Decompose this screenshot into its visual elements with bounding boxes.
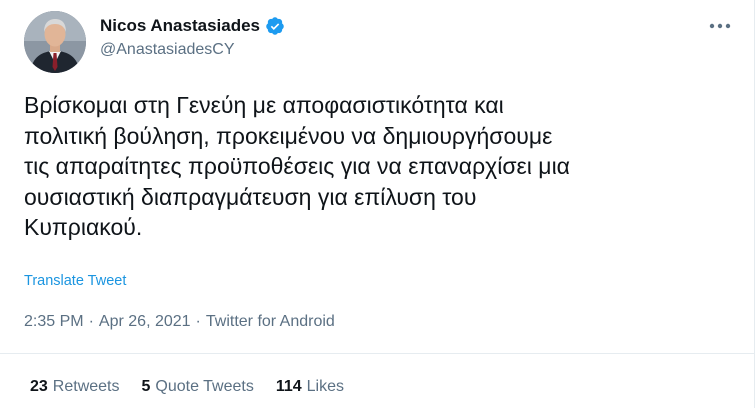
verified-badge-icon	[265, 16, 285, 36]
author-handle[interactable]: @AnastasiadesCY	[100, 41, 235, 59]
tweet-source[interactable]: Twitter for Android	[206, 313, 335, 330]
meta-separator: ·	[195, 313, 201, 330]
tweet-date[interactable]: Apr 26, 2021	[99, 313, 191, 330]
likes-count: 114	[275, 378, 302, 395]
tweet-card: Nicos Anastasiades @AnastasiadesCY Βρίσκ…	[0, 0, 755, 408]
translate-tweet-link[interactable]: Translate Tweet	[24, 273, 126, 289]
meta-separator: ·	[88, 313, 94, 330]
retweets-stat[interactable]: 23 Retweets	[30, 378, 120, 396]
tweet-time[interactable]: 2:35 PM	[24, 313, 84, 330]
author-display-name[interactable]: Nicos Anastasiades	[100, 16, 260, 36]
quote-tweets-stat[interactable]: 5 Quote Tweets	[142, 378, 254, 396]
more-horizontal-icon	[709, 23, 731, 29]
more-options-button[interactable]	[705, 14, 735, 38]
tweet-metadata: 2:35 PM · Apr 26, 2021 · Twitter for Android	[24, 313, 335, 331]
avatar[interactable]	[24, 11, 86, 73]
engagement-stats: 23 Retweets 5 Quote Tweets 114 Likes	[30, 378, 366, 396]
quote-tweets-label: Quote Tweets	[155, 378, 254, 395]
retweets-count: 23	[30, 378, 48, 395]
likes-stat[interactable]: 114 Likes	[276, 378, 344, 396]
quote-tweets-count: 5	[141, 378, 151, 395]
profile-photo-icon	[24, 11, 86, 73]
likes-label: Likes	[306, 378, 345, 395]
tweet-text: Βρίσκομαι στη Γενεύη με αποφασιστικότητα…	[24, 92, 570, 240]
author-name-row: Nicos Anastasiades	[100, 14, 285, 38]
retweets-label: Retweets	[52, 378, 120, 395]
divider	[0, 353, 755, 354]
